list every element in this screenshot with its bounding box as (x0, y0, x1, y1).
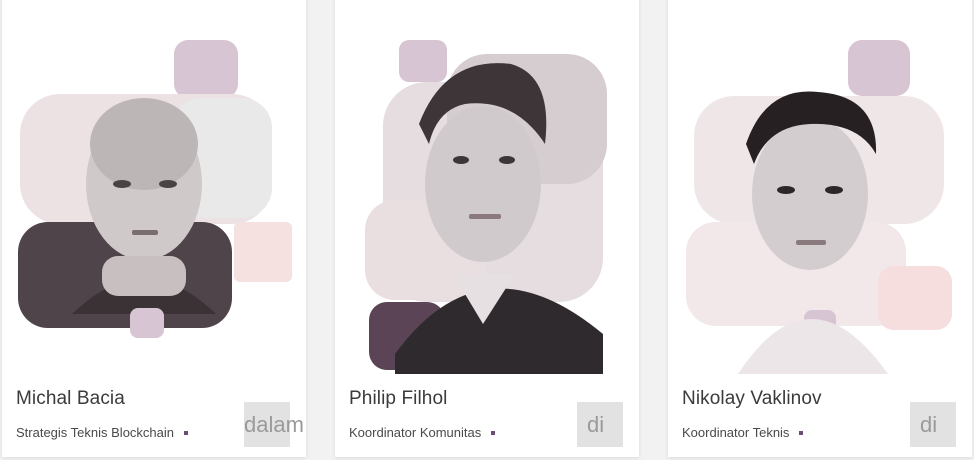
member-role: Koordinator Komunitas (349, 425, 496, 440)
team-card-michal: Michal Bacia Strategis Teknis Blockchain… (2, 0, 306, 457)
social-link-button[interactable]: dalam (244, 402, 304, 447)
member-role-text: Koordinator Teknis (682, 425, 790, 440)
member-role: Strategis Teknis Blockchain (16, 425, 189, 440)
member-name: Philip Filhol (349, 388, 448, 409)
portrait-bald-man-icon (18, 40, 292, 338)
social-link-label: dalam (244, 412, 304, 437)
team-photo (2, 0, 306, 374)
accent-dot-icon (491, 430, 496, 435)
social-link-button[interactable]: di (910, 402, 956, 447)
social-link-label: di (920, 412, 938, 437)
accent-dot-icon (799, 430, 804, 435)
team-card-philip: Philip Filhol Koordinator Komunitas di (335, 0, 639, 457)
member-role: Koordinator Teknis (682, 425, 804, 440)
social-link-label: di (587, 412, 605, 437)
team-photo (668, 0, 972, 374)
member-role-text: Koordinator Komunitas (349, 425, 482, 440)
member-name: Michal Bacia (16, 388, 125, 409)
accent-dot-icon (184, 430, 189, 435)
team-photo (335, 0, 639, 374)
member-name: Nikolay Vaklinov (682, 388, 822, 409)
portrait-young-man-icon (365, 40, 607, 374)
social-link-button[interactable]: di (577, 402, 623, 447)
member-role-text: Strategis Teknis Blockchain (16, 425, 175, 440)
team-card-nikolay: Nikolay Vaklinov Koordinator Teknis di (668, 0, 972, 457)
portrait-dark-hair-man-icon (686, 40, 952, 374)
